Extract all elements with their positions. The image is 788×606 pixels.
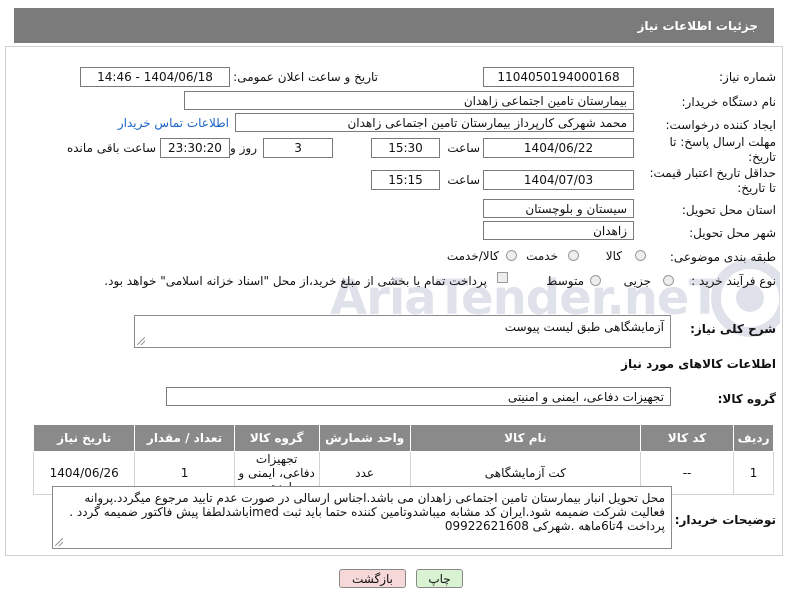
- deadline-time-label: ساعت: [447, 141, 480, 155]
- announce-label: تاریخ و ساعت اعلان عمومی:: [233, 70, 378, 84]
- col-header-group: گروه کالا: [233, 424, 320, 452]
- panel-header: جزئیات اطلاعات نیاز: [14, 8, 774, 43]
- process-radio-medium[interactable]: [590, 275, 601, 286]
- category-radio-service[interactable]: [568, 250, 579, 261]
- col-header-qty: تعداد / مقدار: [134, 424, 235, 452]
- remaining-time-field: 23:30:20: [160, 138, 230, 158]
- panel-title: جزئیات اطلاعات نیاز: [637, 18, 758, 33]
- price-time-field: 15:15: [371, 170, 440, 190]
- category-radio-goods[interactable]: [635, 250, 646, 261]
- col-header-code: کد کالا: [639, 424, 735, 452]
- deadline-label-line1: مهلت ارسال پاسخ: تا: [669, 135, 776, 149]
- process-option-medium: متوسط: [546, 274, 584, 288]
- category-radio-goods-service[interactable]: [506, 250, 517, 261]
- deadline-time-field: 15:30: [371, 138, 440, 158]
- city-field: زاهدان: [483, 221, 634, 240]
- category-label: طبقه بندی موضوعی:: [669, 250, 776, 264]
- days-remaining-field: 3: [263, 138, 333, 158]
- description-text: آزمایشگاهی طبق لیست پیوست: [504, 320, 664, 334]
- resize-grip-icon[interactable]: [55, 538, 63, 546]
- buyer-notes-text: محل تحویل انبار بیمارستان تامین اجتماعی …: [69, 491, 665, 533]
- price-date-field: 1404/07/03: [483, 170, 634, 190]
- price-validity-label-line1: حداقل تاریخ اعتبار قیمت:: [649, 166, 776, 180]
- buyer-notes-textarea[interactable]: محل تحویل انبار بیمارستان تامین اجتماعی …: [52, 486, 672, 549]
- creator-field: محمد شهرکی کارپرداز بیمارستان تامین اجتم…: [235, 113, 634, 132]
- col-header-date: تاریخ نیاز: [32, 424, 136, 452]
- treasury-payment-note: پرداخت تمام یا بخشی از مبلغ خرید،از محل …: [104, 274, 487, 288]
- description-textarea[interactable]: آزمایشگاهی طبق لیست پیوست: [134, 315, 671, 348]
- creator-label: ایجاد کننده درخواست:: [665, 118, 776, 132]
- goods-section-title: اطلاعات کالاهای مورد نیاز: [621, 357, 776, 371]
- print-button[interactable]: چاپ: [416, 569, 463, 588]
- category-option-goods: کالا: [605, 249, 622, 263]
- buyer-org-field: بیمارستان تامین اجتماعی زاهدان: [184, 91, 634, 110]
- cell-row: 1: [733, 451, 774, 495]
- buyer-notes-label: توضیحات خریدار:: [674, 513, 776, 527]
- announce-field: 1404/06/18 - 14:46: [80, 67, 230, 87]
- deadline-label-line2: تاریخ:: [748, 150, 776, 164]
- price-time-label: ساعت: [447, 173, 480, 187]
- process-radio-minor[interactable]: [663, 275, 674, 286]
- remaining-time-label: ساعت باقی مانده: [66, 141, 156, 155]
- need-number-field: 1104050194000168: [483, 67, 634, 87]
- province-label: استان محل تحویل:: [681, 203, 776, 217]
- buyer-contact-link[interactable]: اطلاعات تماس خریدار: [118, 116, 229, 130]
- province-field: سیستان و بلوچستان: [483, 199, 634, 218]
- goods-table-header: ردیف کد کالا نام کالا واحد شمارش گروه کا…: [32, 424, 774, 452]
- col-header-name: نام کالا: [409, 424, 641, 452]
- price-validity-label-line2: تا تاریخ:: [737, 181, 776, 195]
- col-header-row: ردیف: [733, 424, 774, 452]
- category-option-goods-service: کالا/خدمت: [446, 249, 499, 263]
- category-option-service: خدمت: [526, 249, 558, 263]
- description-label: شرح کلی نیاز:: [690, 322, 776, 336]
- goods-table: ردیف کد کالا نام کالا واحد شمارش گروه کا…: [32, 424, 774, 495]
- deadline-date-field: 1404/06/22: [483, 138, 634, 158]
- col-header-unit: واحد شمارش: [318, 424, 411, 452]
- goods-group-label: گروه کالا:: [717, 392, 776, 406]
- treasury-payment-checkbox[interactable]: [497, 272, 508, 283]
- buyer-org-label: نام دستگاه خریدار:: [681, 95, 777, 109]
- need-number-label: شماره نیاز:: [719, 70, 776, 84]
- days-label: روز و: [230, 141, 257, 155]
- process-label: نوع فرآیند خرید :: [691, 274, 776, 288]
- price-validity-label: حداقل تاریخ اعتبار قیمت: تا تاریخ:: [649, 166, 776, 196]
- deadline-label: مهلت ارسال پاسخ: تا تاریخ:: [669, 135, 776, 165]
- back-button[interactable]: بازگشت: [339, 569, 406, 588]
- process-option-minor: جزیی: [623, 274, 651, 288]
- city-label: شهر محل تحویل:: [689, 226, 776, 240]
- goods-group-field: تجهیزات دفاعی، ایمنی و امنیتی: [166, 387, 671, 406]
- resize-grip-icon[interactable]: [137, 337, 145, 345]
